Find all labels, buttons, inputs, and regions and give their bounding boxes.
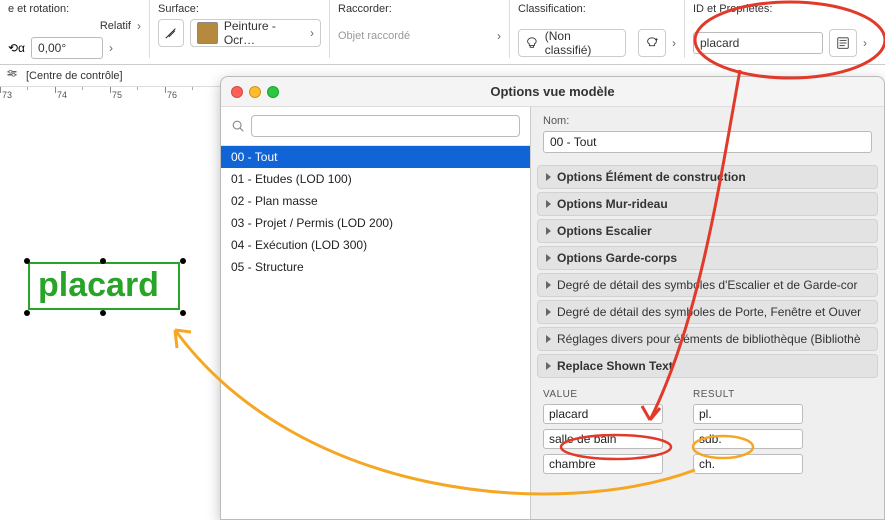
chevron-right-icon[interactable]: ›	[109, 41, 113, 55]
result-input[interactable]	[693, 429, 803, 449]
tick-label: 76	[167, 90, 177, 100]
chevron-right-icon	[546, 335, 551, 343]
link-label: Raccorder:	[338, 3, 501, 15]
model-view-options-dialog: Options vue modèle 00 - Tout 01 - Etudes…	[220, 76, 885, 520]
chevron-right-icon	[546, 308, 551, 316]
accordion-header[interactable]: Réglages divers pour éléments de bibliot…	[537, 327, 878, 351]
chevron-right-icon	[546, 200, 551, 208]
classif-label: Classification:	[518, 3, 676, 15]
search-icon	[231, 119, 245, 133]
table-row	[543, 404, 872, 424]
surface-select[interactable]: Peinture - Ocr… ›	[190, 19, 321, 47]
replace-text-table: VALUE RESULT	[531, 381, 884, 474]
control-center-label[interactable]: [Centre de contrôle]	[26, 70, 123, 82]
classification-button[interactable]: (Non classifié)	[518, 29, 626, 57]
id-input[interactable]	[693, 32, 823, 54]
accordion-header[interactable]: Degré de détail des symboles de Porte, F…	[537, 300, 878, 324]
chevron-right-icon	[546, 227, 551, 235]
id-label: ID et Propriétés:	[693, 3, 877, 15]
accordion-header[interactable]: Options Mur-rideau	[537, 192, 878, 216]
result-input[interactable]	[693, 404, 803, 424]
properties-button[interactable]	[829, 29, 857, 57]
dialog-right-pane: Nom: Options Élément de construction Opt…	[531, 107, 884, 519]
text-object-placard[interactable]: placard	[28, 262, 180, 310]
minimize-icon[interactable]	[249, 86, 261, 98]
chevron-right-icon	[546, 173, 551, 181]
eyedropper-icon[interactable]	[158, 19, 184, 47]
value-input[interactable]	[543, 429, 663, 449]
view-options-list[interactable]: 00 - Tout 01 - Etudes (LOD 100) 02 - Pla…	[221, 146, 530, 519]
classification-add-icon[interactable]: +	[638, 29, 666, 57]
zoom-icon[interactable]	[267, 86, 279, 98]
tick-label: 73	[2, 90, 12, 100]
classif-value: (Non classifié)	[545, 29, 620, 57]
selection-handle[interactable]	[24, 258, 30, 264]
accordion-header[interactable]: Replace Shown Text	[537, 354, 878, 378]
selection-handle[interactable]	[180, 258, 186, 264]
close-icon[interactable]	[231, 86, 243, 98]
selection-handle[interactable]	[180, 310, 186, 316]
tick-label: 75	[112, 90, 122, 100]
selection-handle[interactable]	[100, 310, 106, 316]
ruler: 73 74 75 76	[0, 87, 220, 103]
text-object-content: placard	[30, 264, 178, 307]
settings-icon[interactable]	[6, 68, 18, 83]
rotation-label: e et rotation:	[8, 3, 141, 15]
angle-input[interactable]	[31, 37, 103, 59]
link-placeholder[interactable]: Objet raccordé	[338, 30, 410, 42]
selection-handle[interactable]	[100, 258, 106, 264]
search-input[interactable]	[251, 115, 520, 137]
chevron-right-icon	[546, 254, 551, 262]
surface-swatch	[197, 22, 218, 44]
nom-label: Nom:	[543, 115, 872, 127]
table-row	[543, 429, 872, 449]
chevron-right-icon	[546, 281, 551, 289]
surface-value: Peinture - Ocr…	[224, 19, 304, 47]
dialog-title: Options vue modèle	[221, 84, 884, 99]
list-item[interactable]: 05 - Structure	[221, 256, 530, 278]
value-input[interactable]	[543, 454, 663, 474]
list-item[interactable]: 04 - Exécution (LOD 300)	[221, 234, 530, 256]
list-item[interactable]: 03 - Projet / Permis (LOD 200)	[221, 212, 530, 234]
list-item[interactable]: 02 - Plan masse	[221, 190, 530, 212]
value-input[interactable]	[543, 404, 663, 424]
table-header-value: VALUE	[543, 389, 663, 400]
svg-text:+: +	[655, 36, 659, 43]
chevron-right-icon	[546, 362, 551, 370]
accordion-header[interactable]: Options Élément de construction	[537, 165, 878, 189]
selection-handle[interactable]	[24, 310, 30, 316]
table-row	[543, 454, 872, 474]
chevron-right-icon[interactable]: ›	[672, 36, 676, 50]
relative-label: Relatif	[100, 20, 131, 32]
list-item[interactable]: 01 - Etudes (LOD 100)	[221, 168, 530, 190]
surface-label: Surface:	[158, 3, 321, 15]
chevron-right-icon[interactable]: ›	[137, 19, 141, 33]
chevron-right-icon: ›	[310, 26, 314, 40]
chevron-right-icon[interactable]: ›	[863, 36, 867, 50]
toolbar: e et rotation: Relatif › ⟲α › Surface: P…	[0, 0, 885, 65]
tick-label: 74	[57, 90, 67, 100]
angle-icon: ⟲α	[8, 41, 25, 55]
dialog-titlebar[interactable]: Options vue modèle	[221, 77, 884, 107]
accordion-header[interactable]: Options Escalier	[537, 219, 878, 243]
chevron-right-icon[interactable]: ›	[497, 29, 501, 43]
list-item[interactable]: 00 - Tout	[221, 146, 530, 168]
table-header-result: RESULT	[693, 389, 803, 400]
dialog-left-pane: 00 - Tout 01 - Etudes (LOD 100) 02 - Pla…	[221, 107, 531, 519]
accordion-header[interactable]: Options Garde-corps	[537, 246, 878, 270]
result-input[interactable]	[693, 454, 803, 474]
nom-input[interactable]	[543, 131, 872, 153]
accordion-header[interactable]: Degré de détail des symboles d'Escalier …	[537, 273, 878, 297]
